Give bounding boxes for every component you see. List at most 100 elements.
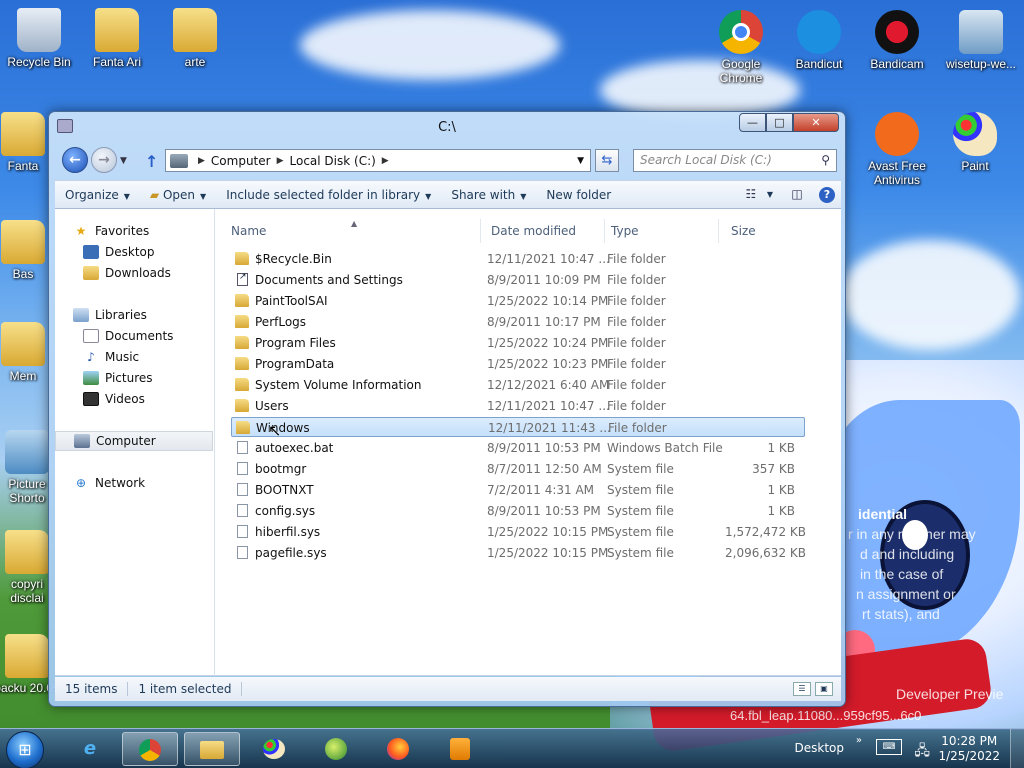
table-row[interactable]: PerfLogs 8/9/2011 10:17 PM File folder <box>231 312 805 332</box>
taskbar-media-app[interactable] <box>432 732 488 766</box>
file-date-modified: 1/25/2022 10:23 PM <box>487 357 609 371</box>
table-row[interactable]: ProgramData 1/25/2022 10:23 PM File folder <box>231 354 805 374</box>
file-date-modified: 12/11/2021 10:47 ... <box>487 252 610 266</box>
column-header-type[interactable]: Type <box>605 219 719 243</box>
clock[interactable]: 10:28 PM 1/25/2022 <box>938 734 1000 764</box>
show-desktop-button[interactable] <box>1010 729 1024 768</box>
preview-pane-icon[interactable]: ◫ <box>787 187 807 203</box>
file-date-modified: 12/11/2021 11:43 ... <box>488 421 611 435</box>
taskbar-paint[interactable] <box>246 732 302 766</box>
chevron-up-icon[interactable]: » <box>856 735 862 746</box>
chevron-down-icon[interactable]: ▼ <box>767 190 773 199</box>
address-dropdown-icon[interactable]: ▼ <box>577 156 584 166</box>
organize-button[interactable]: Organize ▼ <box>55 188 140 202</box>
table-row[interactable]: Users 12/11/2021 10:47 ... File folder <box>231 396 805 416</box>
nav-pictures[interactable]: Pictures <box>55 368 213 388</box>
table-row[interactable]: Windows 12/11/2021 11:43 ... File folder <box>231 417 805 437</box>
network-status-icon[interactable]: 🖧 <box>914 740 930 764</box>
taskbar-chrome[interactable] <box>122 732 178 766</box>
nav-music[interactable]: ♪ Music <box>55 347 213 367</box>
taskbar-globe-app[interactable] <box>308 732 364 766</box>
table-row[interactable]: pagefile.sys 1/25/2022 10:15 PM System fil… <box>231 543 806 563</box>
refresh-button[interactable]: ⇆ <box>595 149 619 172</box>
table-row[interactable]: hiberfil.sys 1/25/2022 10:15 PM System fil… <box>231 522 806 542</box>
column-header-size[interactable]: Size <box>725 219 801 243</box>
star-icon: ★ <box>75 224 87 238</box>
taskbar-explorer[interactable] <box>184 732 240 766</box>
large-icons-view-icon[interactable]: ▣ <box>815 682 833 696</box>
nav-network[interactable]: ⊕ Network <box>55 473 213 493</box>
address-bar[interactable]: ▶ Computer ▶ Local Disk (C:) ▶ ▼ <box>165 149 591 172</box>
table-row[interactable]: config.sys 8/9/2011 10:53 PM System file 1 … <box>231 501 805 521</box>
nav-downloads[interactable]: Downloads <box>55 263 213 283</box>
keyboard-icon[interactable]: ⌨ <box>876 739 902 755</box>
minimize-button[interactable]: — <box>739 113 766 132</box>
nav-computer[interactable]: Computer <box>55 431 213 451</box>
desktop-icon-google-chrome[interactable]: Google Chrome <box>704 10 778 85</box>
file-list: ▲ Name Date modified Type Size $Recycle.B… <box>225 209 841 676</box>
forward-button[interactable]: → <box>91 147 117 173</box>
file-name: Documents and Settings <box>255 273 403 287</box>
desktop-icon-paint[interactable]: Paint <box>938 112 1012 173</box>
search-input[interactable]: Search Local Disk (C:) ⚲ <box>633 149 837 172</box>
details-view-icon[interactable]: ☰ <box>793 682 811 696</box>
table-row[interactable]: bootmgr 8/7/2011 12:50 AM System file 357 K… <box>231 459 805 479</box>
title-bar[interactable]: C:\ — □ ✕ <box>49 112 845 142</box>
arrow-up-icon: ↑ <box>145 152 159 171</box>
recent-pages-dropdown[interactable]: ▼ <box>120 156 127 166</box>
desktop-icon-recycle-bin[interactable]: Recycle Bin <box>2 8 76 69</box>
open-button[interactable]: ▰ Open ▼ <box>140 188 216 202</box>
table-row[interactable]: $Recycle.Bin 12/11/2021 10:47 ... File fol… <box>231 249 805 269</box>
open-label: Open <box>162 187 196 202</box>
computer-icon <box>170 153 188 168</box>
up-button[interactable]: ↑ <box>145 152 158 171</box>
nav-favorites[interactable]: ★ Favorites <box>55 221 213 241</box>
file-size: 357 KB <box>752 462 795 476</box>
nav-label: Pictures <box>105 371 153 385</box>
folder-icon <box>235 336 249 349</box>
nav-videos[interactable]: Videos <box>55 389 213 409</box>
help-icon[interactable]: ? <box>819 186 835 203</box>
taskbar-internet-explorer[interactable]: e <box>62 732 118 766</box>
table-row[interactable]: System Volume Information 12/12/2021 6:40… <box>231 375 805 395</box>
table-row[interactable]: PaintToolSAI 1/25/2022 10:14 PM File folde… <box>231 291 805 311</box>
folder-icon <box>235 399 249 412</box>
table-row[interactable]: Program Files 1/25/2022 10:24 PM File fold… <box>231 333 805 353</box>
chevron-right-icon[interactable]: ▶ <box>198 156 205 166</box>
column-header-date-modified[interactable]: Date modified <box>485 219 605 243</box>
column-header-name[interactable]: ▲ Name <box>225 219 481 243</box>
file-date-modified: 8/7/2011 12:50 AM <box>487 462 602 476</box>
taskbar-firefox[interactable] <box>370 732 426 766</box>
nav-documents[interactable]: Documents <box>55 326 213 346</box>
desktop-icon-wisetup[interactable]: wisetup-we... <box>940 10 1022 71</box>
maximize-button[interactable]: □ <box>766 113 793 132</box>
wallpaper-cloud <box>840 240 1020 350</box>
chevron-down-icon: ▼ <box>520 191 527 201</box>
chevron-right-icon[interactable]: ▶ <box>382 156 389 166</box>
back-button[interactable]: ← <box>62 147 88 173</box>
nav-desktop[interactable]: Desktop <box>55 242 213 262</box>
table-row[interactable]: BOOTNXT 7/2/2011 4:31 AM System file 1 KB <box>231 480 805 500</box>
nav-libraries[interactable]: Libraries <box>55 305 213 325</box>
search-icon[interactable]: ⚲ <box>821 153 830 167</box>
desktop-toolbar-label[interactable]: Desktop <box>795 741 845 755</box>
desktop-icon-avast[interactable]: Avast Free Antivirus <box>860 112 934 187</box>
file-date-modified: 12/11/2021 10:47 ... <box>487 399 610 413</box>
change-view-icon[interactable]: ☷ <box>741 187 761 203</box>
share-with-button[interactable]: Share with ▼ <box>441 188 536 202</box>
desktop-icon-arte[interactable]: arte <box>158 8 232 69</box>
desktop-icon-bandicam[interactable]: Bandicam <box>860 10 934 71</box>
chevron-right-icon[interactable]: ▶ <box>277 156 284 166</box>
table-row[interactable]: Documents and Settings 8/9/2011 10:09 PM F… <box>231 270 805 290</box>
start-button[interactable]: ⊞ <box>6 731 44 768</box>
breadcrumb-computer[interactable]: Computer <box>211 154 271 168</box>
close-button[interactable]: ✕ <box>793 113 839 132</box>
desktop-icon-bandicut[interactable]: Bandicut <box>782 10 856 71</box>
folder-open-icon: ▰ <box>149 187 163 202</box>
command-bar: Organize ▼ ▰ Open ▼ Include selected folde… <box>55 180 841 209</box>
include-in-library-button[interactable]: Include selected folder in library ▼ <box>216 188 441 202</box>
table-row[interactable]: autoexec.bat 8/9/2011 10:53 PM Windows Bat… <box>231 438 805 458</box>
desktop-icon-fanta-ari[interactable]: Fanta Ari <box>80 8 154 69</box>
breadcrumb-local-disk[interactable]: Local Disk (C:) <box>290 154 376 168</box>
new-folder-button[interactable]: New folder <box>536 188 621 202</box>
